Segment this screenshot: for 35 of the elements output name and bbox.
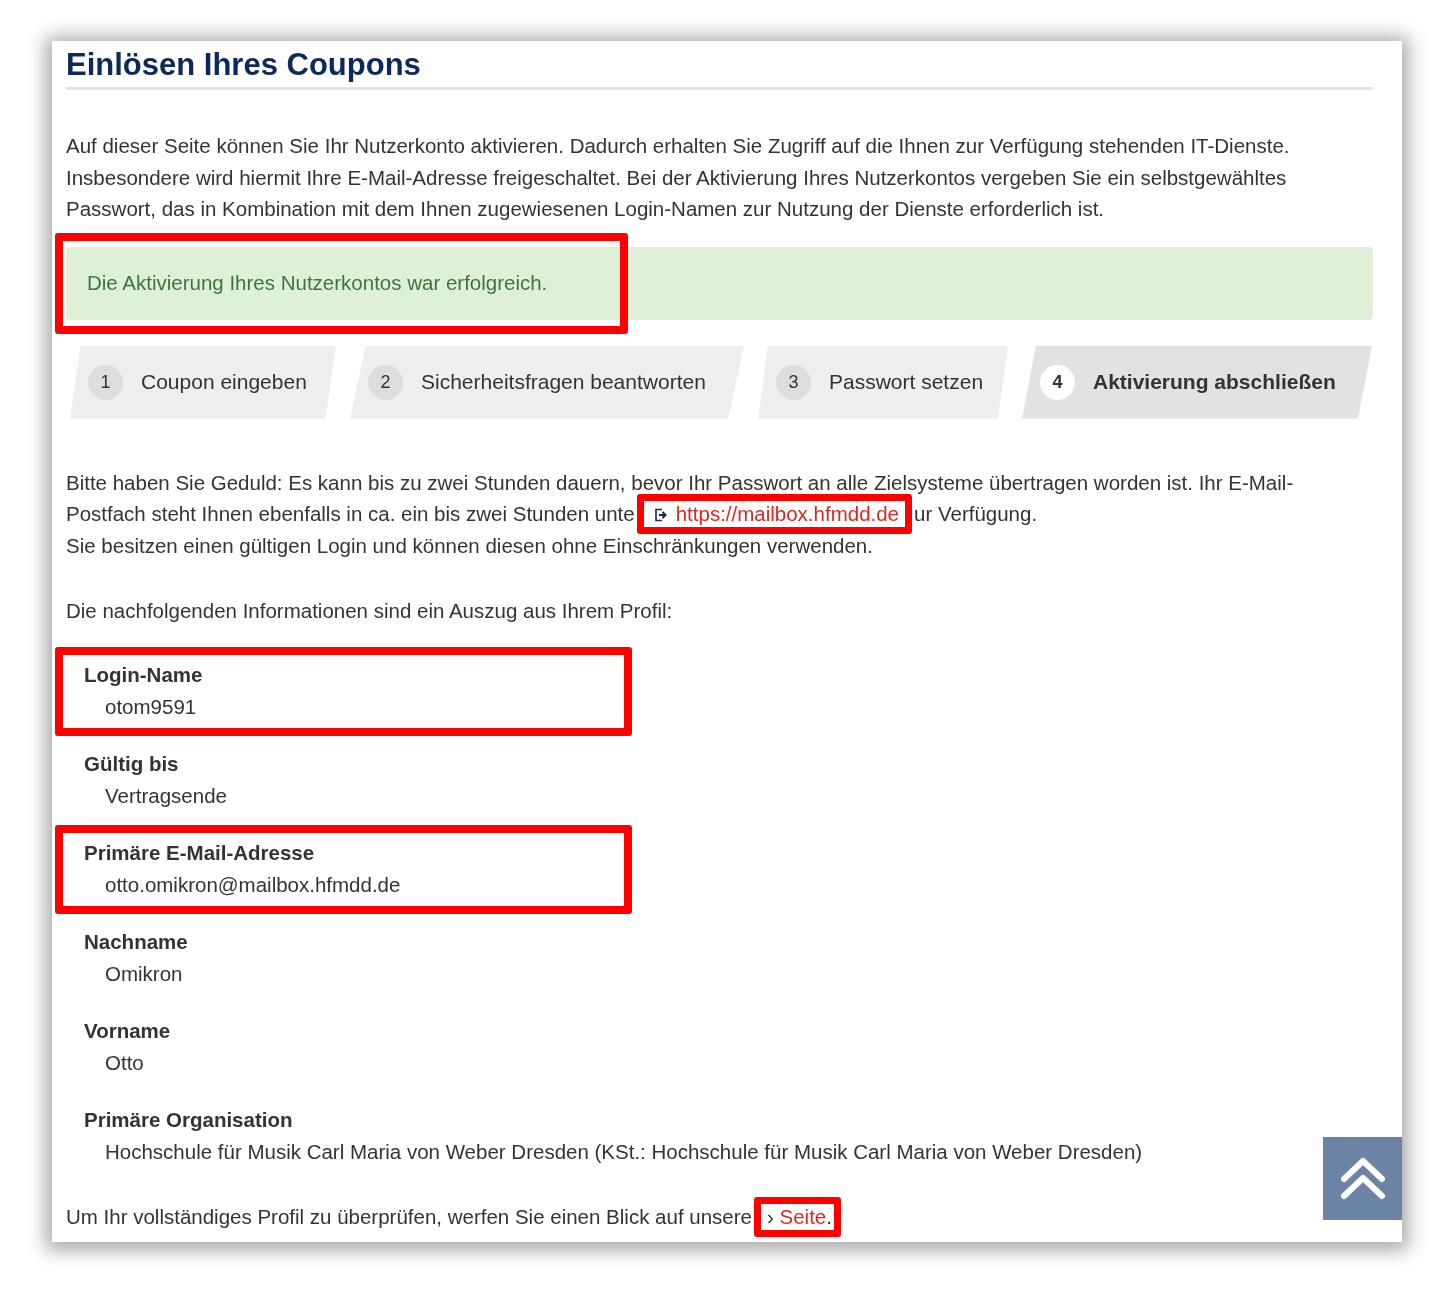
field-value: Omikron xyxy=(104,960,184,987)
step-label: Aktivierung abschließen xyxy=(1093,370,1336,394)
field-value: Vertragsende xyxy=(104,782,228,809)
step-label: Passwort setzen xyxy=(829,370,984,394)
success-message: Die Aktivierung Ihres Nutzerkontos war erfolgreich. xyxy=(87,271,548,295)
step-number: 2 xyxy=(368,364,403,400)
step-number: 3 xyxy=(776,364,811,400)
field-label: Nachname xyxy=(84,928,189,955)
scroll-to-top-button[interactable] xyxy=(1323,1137,1402,1220)
profile-page-link[interactable]: › Seite xyxy=(766,1204,827,1228)
intro-text: Auf dieser Seite können Sie Ihr Nutzerkonto aktivieren. Dadurch erhalten Sie Zugriff auf die Ihnen zur Verfügung stehenden IT-Dienste. Insbesondere wird hiermit Ihre E-Mail-Adresse freigeschaltet. Bei der Aktivierung Ihres Nutzerkontos vergeben Sie ein selbstgewähltes Passwort, das in Kombination mit dem Ihnen zugewiesenen Login-Namen zur Nutzung der Dienste erforderlich ist. xyxy=(66,133,1291,222)
wizard-step[interactable]: 2 Sicherheitsfragen beantworten xyxy=(350,345,744,419)
login-note: Sie besitzen einen gültigen Login und können diesen ohne Einschränkungen verwenden. xyxy=(66,532,874,559)
step-label: Sicherheitsfragen beantworten xyxy=(421,370,706,394)
field-label: Gültig bis xyxy=(84,750,180,777)
highlight-frame: › Seite. xyxy=(753,1196,841,1237)
notice-text: Bitte haben Sie Geduld: Es kann bis zu zwei Stunden dauern, bevor Ihr Passwort an alle Zielsysteme übertragen worden ist. Ihr E-Mail-Postfach steht Ihnen ebenfalls in ca. ein bis zwei Stunden unte https://mailbox.hfmdd.de ur Verfügung. xyxy=(66,466,1366,530)
field-label: Primäre Organisation xyxy=(84,1106,294,1133)
field-value: Hochschule für Musik Carl Maria von Weber Dresden (KSt.: Hochschule für Musik Carl Maria von Weber Dresden) xyxy=(104,1138,1144,1165)
field-label: Login-Name xyxy=(84,661,204,688)
step-label: Coupon eingeben xyxy=(141,370,307,394)
wizard-step[interactable]: 1 Coupon eingeben xyxy=(70,345,336,419)
field-value: Otto xyxy=(104,1049,145,1076)
external-link-icon xyxy=(653,508,668,522)
page-title: Einlösen Ihres Coupons xyxy=(66,47,1372,90)
field-value: otto.omikron@mailbox.hfmdd.de xyxy=(104,871,402,898)
field-value: otom9591 xyxy=(104,693,198,720)
field-label: Primäre E-Mail-Adresse xyxy=(84,839,316,866)
step-number: 4 xyxy=(1040,364,1075,400)
mailbox-link[interactable]: https://mailbox.hfmdd.de xyxy=(653,502,900,525)
profile-intro: Die nachfolgenden Informationen sind ein Auszug aus Ihrem Profil: xyxy=(66,598,674,624)
step-number: 1 xyxy=(88,364,123,400)
field-label: Vorname xyxy=(84,1017,172,1044)
wizard-step[interactable]: 3 Passwort setzen xyxy=(758,345,1008,419)
wizard-step[interactable]: 4 Aktivierung abschließen xyxy=(1022,345,1372,419)
